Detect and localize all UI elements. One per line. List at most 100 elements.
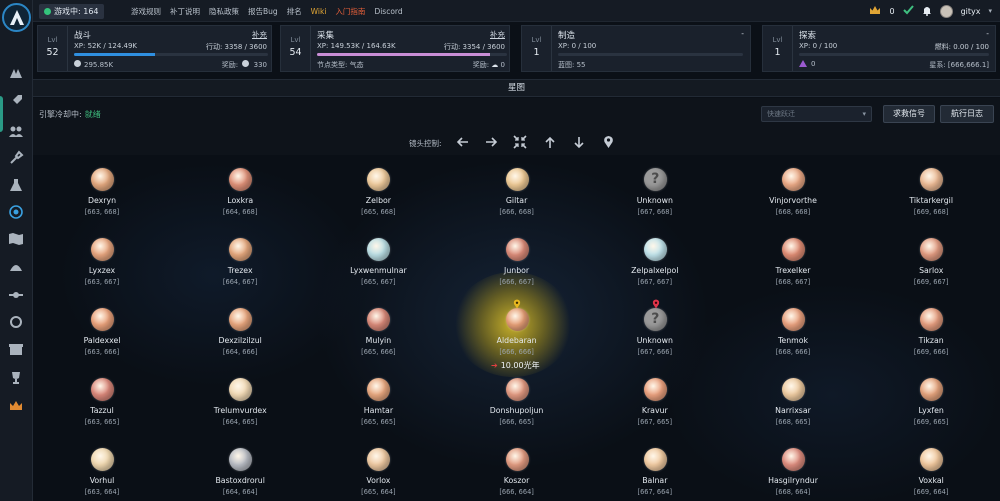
star-cell[interactable]: Trexelker [668, 667] — [724, 225, 862, 294]
location-pin-icon[interactable] — [601, 135, 615, 149]
star-cell[interactable]: Paldexxel [663, 666] — [33, 295, 171, 364]
star-cell[interactable]: Kravur [667, 665] — [586, 365, 724, 434]
planet-icon[interactable] — [505, 238, 529, 261]
arrow-left-icon[interactable] — [455, 135, 469, 149]
link-rules[interactable]: 游戏规则 — [131, 6, 161, 17]
voyage-log-button[interactable]: 航行日志 — [940, 105, 994, 123]
star-cell[interactable]: Tenmok [668, 666] — [724, 295, 862, 364]
star-cell[interactable]: Tikzan [669, 666] — [862, 295, 1000, 364]
star-cell[interactable]: Balnar [667, 664] — [586, 435, 724, 501]
flask-icon[interactable] — [7, 176, 25, 194]
link-wiki[interactable]: Wiki — [311, 7, 327, 16]
planet-icon[interactable] — [782, 168, 805, 191]
crown-icon[interactable] — [7, 397, 25, 415]
check-icon[interactable] — [902, 5, 914, 17]
star-cell[interactable]: Lyxzex [663, 667] — [33, 225, 171, 294]
star-cell[interactable]: Sarlox [669, 667] — [862, 225, 1000, 294]
planet-icon[interactable] — [367, 308, 391, 331]
planet-icon[interactable] — [91, 378, 114, 401]
star-cell[interactable]: ? Unknown [667, 668] — [586, 155, 724, 224]
arrow-up-icon[interactable] — [543, 135, 557, 149]
star-cell[interactable]: Tazzul [663, 665] — [33, 365, 171, 434]
planet-icon[interactable] — [229, 378, 253, 401]
star-cell[interactable]: Narrixsar [668, 665] — [724, 365, 862, 434]
planet-icon[interactable] — [782, 448, 805, 471]
avatar[interactable] — [939, 4, 953, 18]
star-cell[interactable]: Bastoxdrorul [664, 664] — [171, 435, 309, 501]
quick-jump-select[interactable]: 快速跃迁 ▾ — [761, 106, 872, 122]
planet-icon[interactable] — [782, 308, 805, 331]
sos-button[interactable]: 求救信号 — [883, 105, 935, 123]
planet-icon[interactable] — [91, 168, 114, 191]
planet-icon[interactable] — [920, 448, 944, 471]
refill-link[interactable]: - — [741, 29, 744, 38]
planet-icon[interactable] — [91, 238, 114, 261]
star-cell[interactable]: Lyxfen [669, 665] — [862, 365, 1000, 434]
station-icon[interactable] — [7, 286, 25, 304]
star-cell[interactable]: Dexryn [663, 668] — [33, 155, 171, 224]
planet-icon[interactable] — [505, 448, 529, 471]
star-cell[interactable]: Giltar [666, 668] — [448, 155, 586, 224]
star-cell[interactable]: Lyxwenmulnar [665, 667] — [309, 225, 447, 294]
crew-icon[interactable] — [7, 122, 25, 140]
link-ranking[interactable]: 排名 — [287, 6, 302, 17]
starmap-icon[interactable] — [7, 203, 25, 221]
planet-icon[interactable] — [782, 378, 805, 401]
planet-icon[interactable] — [229, 168, 253, 191]
link-report-bug[interactable]: 报告Bug — [248, 6, 278, 17]
hammer-icon[interactable] — [7, 148, 25, 166]
star-cell[interactable]: Mulyin [665, 666] — [309, 295, 447, 364]
refill-link[interactable]: 补充 — [490, 29, 505, 40]
fleet-icon[interactable] — [7, 64, 25, 82]
planet-icon[interactable] — [229, 448, 253, 471]
planet-icon[interactable] — [91, 308, 114, 331]
refill-link[interactable]: 补充 — [252, 29, 267, 40]
planet-icon[interactable] — [367, 448, 391, 471]
bell-icon[interactable] — [922, 5, 932, 18]
star-cell[interactable]: Loxkra [664, 668] — [171, 155, 309, 224]
star-cell[interactable]: Zelpalxelpol [667, 667] — [586, 225, 724, 294]
arrow-right-icon[interactable] — [484, 135, 498, 149]
dome-icon[interactable] — [7, 258, 25, 276]
username[interactable]: gityx — [961, 7, 981, 16]
star-cell[interactable]: Tiktarkergil [669, 668] — [862, 155, 1000, 224]
star-cell[interactable]: Voxkal [669, 664] — [862, 435, 1000, 501]
star-cell[interactable]: Junbor [666, 667] — [448, 225, 586, 294]
collapse-arrows-icon[interactable] — [513, 135, 527, 149]
planet-icon[interactable] — [505, 168, 529, 191]
planet-icon[interactable] — [229, 308, 253, 331]
map-icon[interactable] — [7, 230, 25, 248]
planet-icon[interactable] — [643, 378, 667, 401]
chevron-down-icon[interactable]: ▾ — [988, 7, 992, 15]
planet-icon[interactable] — [920, 168, 944, 191]
planet-icon[interactable] — [643, 238, 667, 261]
star-cell[interactable]: Trezex [664, 667] — [171, 225, 309, 294]
trophy-icon[interactable] — [7, 369, 25, 387]
star-cell[interactable]: Hamtar [665, 665] — [309, 365, 447, 434]
link-privacy[interactable]: 隐私政策 — [209, 6, 239, 17]
planet-icon[interactable] — [91, 448, 114, 471]
arrow-down-icon[interactable] — [572, 135, 586, 149]
cycle-icon[interactable] — [7, 313, 25, 331]
planet-icon[interactable] — [229, 238, 253, 261]
app-logo[interactable] — [2, 3, 31, 32]
star-cell[interactable]: Vorlox [665, 664] — [309, 435, 447, 501]
unknown-planet-icon[interactable]: ? — [643, 168, 667, 191]
link-patch-notes[interactable]: 补丁说明 — [170, 6, 200, 17]
planet-icon[interactable] — [920, 378, 944, 401]
planet-icon[interactable] — [782, 238, 805, 261]
market-icon[interactable] — [7, 341, 25, 359]
star-cell[interactable]: Zelbor [665, 668] — [309, 155, 447, 224]
star-cell[interactable]: Vorhul [663, 664] — [33, 435, 171, 501]
star-cell[interactable]: Hasgilryndur [668, 664] — [724, 435, 862, 501]
link-discord[interactable]: Discord — [374, 7, 402, 16]
planet-icon[interactable] — [920, 238, 944, 261]
planet-icon[interactable] — [367, 168, 391, 191]
star-cell[interactable]: Donshupoljun [666, 665] — [448, 365, 586, 434]
planet-icon[interactable] — [643, 448, 667, 471]
planet-icon[interactable] — [505, 378, 529, 401]
link-guide[interactable]: 入门指南 — [335, 6, 365, 17]
planet-icon[interactable] — [920, 308, 944, 331]
rocket-icon[interactable] — [7, 92, 25, 110]
refill-link[interactable]: - — [986, 29, 989, 38]
